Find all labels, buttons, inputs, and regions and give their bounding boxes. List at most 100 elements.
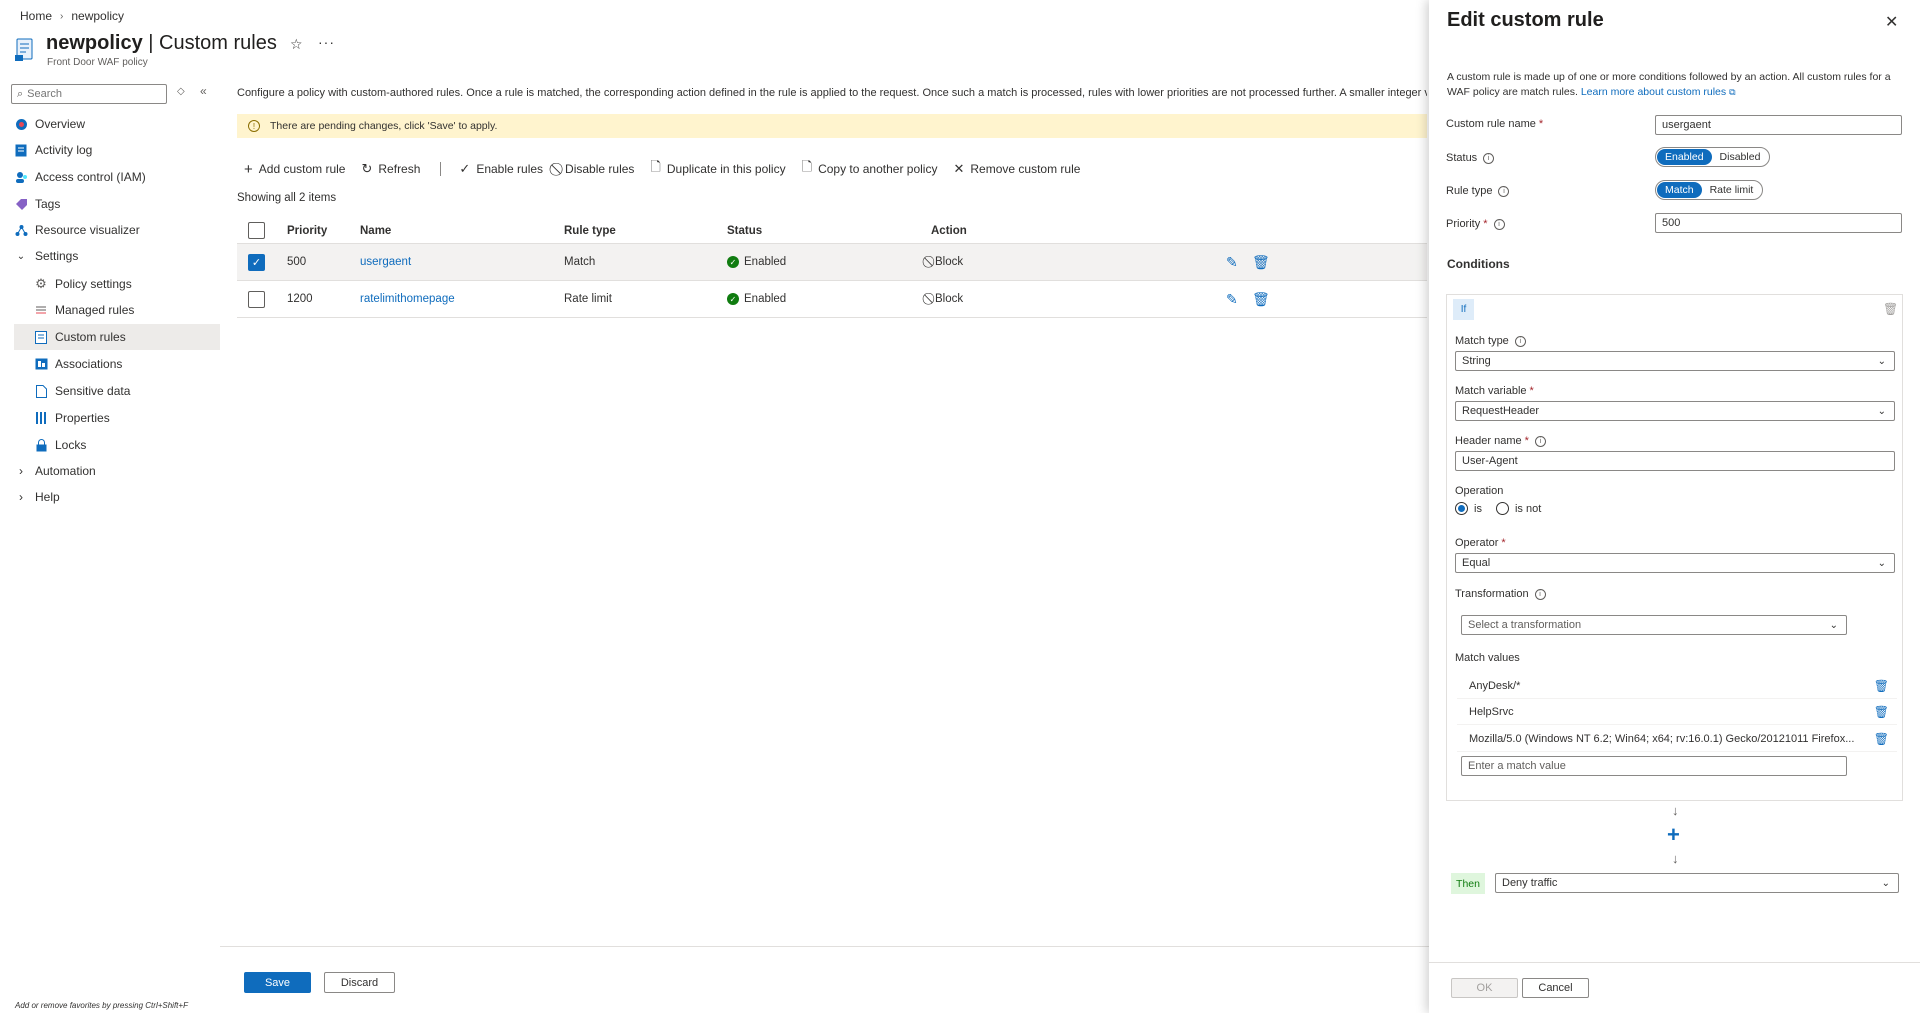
breadcrumb-current[interactable]: newpolicy bbox=[71, 9, 124, 23]
sidebar-item-overview[interactable]: Overview bbox=[14, 111, 220, 137]
rule-name-link[interactable]: usergaent bbox=[360, 256, 411, 268]
edit-pencil-icon[interactable]: ✎ bbox=[1226, 254, 1238, 271]
info-icon[interactable]: i bbox=[1534, 435, 1546, 447]
sidebar-item-activity-log[interactable]: Activity log bbox=[14, 137, 220, 163]
rule-name-link[interactable]: ratelimithomepage bbox=[360, 293, 455, 305]
add-custom-rule-button[interactable]: + Add custom rule bbox=[244, 161, 345, 178]
ok-button[interactable]: OK bbox=[1451, 978, 1518, 998]
refresh-button[interactable]: ↻ Refresh bbox=[361, 161, 420, 177]
sidebar-item-sensitive-data[interactable]: Sensitive data bbox=[34, 378, 220, 404]
discard-button[interactable]: Discard bbox=[324, 972, 395, 993]
transformation-label: Transformation i bbox=[1455, 588, 1546, 600]
info-icon[interactable]: i bbox=[1534, 588, 1546, 600]
expand-collapse-icon[interactable]: ◇ bbox=[177, 86, 185, 97]
section-name: | Custom rules bbox=[148, 32, 277, 54]
managed-rules-icon bbox=[34, 303, 48, 317]
sidebar-item-locks[interactable]: Locks bbox=[34, 432, 220, 458]
edit-pencil-icon[interactable]: ✎ bbox=[1226, 291, 1238, 308]
rule-type-rate-limit-option[interactable]: Rate limit bbox=[1702, 182, 1762, 198]
favorites-hint: Add or remove favorites by pressing Ctrl… bbox=[15, 1001, 188, 1010]
delete-condition-icon[interactable]: 🗑 bbox=[1883, 302, 1898, 316]
delete-trash-icon[interactable]: 🗑 bbox=[1874, 705, 1889, 719]
row-checkbox[interactable]: ✓ bbox=[248, 253, 265, 271]
more-options-icon[interactable]: ··· bbox=[318, 34, 335, 50]
sidebar-item-tags[interactable]: Tags bbox=[14, 191, 220, 217]
close-icon[interactable]: ✕ bbox=[1885, 12, 1898, 32]
match-variable-dropdown[interactable]: RequestHeader ⌄ bbox=[1455, 401, 1895, 421]
chevron-down-icon: ⌄ bbox=[1877, 355, 1886, 367]
custom-rule-name-input[interactable]: usergaent bbox=[1655, 115, 1902, 135]
match-type-dropdown[interactable]: String ⌄ bbox=[1455, 351, 1895, 371]
info-icon[interactable]: i bbox=[1514, 335, 1526, 347]
status-toggle[interactable]: Enabled Disabled bbox=[1655, 147, 1771, 167]
delete-trash-icon[interactable]: 🗑 bbox=[1874, 679, 1889, 693]
operation-is-radio[interactable] bbox=[1455, 502, 1468, 515]
sidebar-item-policy-settings[interactable]: ⚙ Policy settings bbox=[34, 271, 220, 297]
select-all-checkbox[interactable] bbox=[248, 222, 265, 239]
header-name-input[interactable]: User-Agent bbox=[1455, 451, 1895, 471]
info-icon[interactable]: i bbox=[1493, 218, 1505, 230]
status-enabled-option[interactable]: Enabled bbox=[1657, 149, 1712, 165]
save-button[interactable]: Save bbox=[244, 972, 311, 993]
copy-to-policy-button[interactable]: 🗋 Copy to another policy bbox=[802, 158, 938, 180]
disable-rules-button[interactable]: ⃠Disable rules bbox=[559, 161, 634, 177]
sidebar-item-resource-visualizer[interactable]: Resource visualizer bbox=[14, 217, 220, 243]
sidebar-search-input[interactable] bbox=[27, 88, 148, 100]
learn-more-link[interactable]: Learn more about custom rules bbox=[1581, 86, 1726, 98]
visualizer-icon bbox=[14, 223, 28, 237]
remove-custom-rule-button[interactable]: ✕ Remove custom rule bbox=[953, 161, 1080, 177]
transformation-dropdown[interactable]: Select a transformation ⌄ bbox=[1461, 615, 1847, 635]
add-condition-plus-icon[interactable]: + bbox=[1667, 822, 1680, 848]
row-checkbox[interactable] bbox=[248, 290, 265, 308]
column-header-rule-type[interactable]: Rule type bbox=[564, 225, 616, 237]
rule-type-toggle[interactable]: Match Rate limit bbox=[1655, 180, 1764, 200]
sidebar-search[interactable]: ⌕ bbox=[11, 84, 167, 104]
delete-trash-icon[interactable]: 🗑 bbox=[1252, 254, 1270, 271]
sidebar-item-label: Access control (IAM) bbox=[35, 170, 146, 184]
sidebar-item-label: Managed rules bbox=[55, 303, 135, 317]
arrow-down-icon: ↓ bbox=[1672, 803, 1679, 818]
sidebar-group-help[interactable]: › Help bbox=[14, 484, 220, 510]
label-text: Match type bbox=[1455, 335, 1509, 347]
sensitive-data-icon bbox=[34, 384, 48, 398]
column-header-priority[interactable]: Priority bbox=[287, 225, 327, 237]
label-text: Transformation bbox=[1455, 588, 1529, 600]
gear-icon: ⚙ bbox=[35, 276, 47, 291]
sidebar-item-iam[interactable]: Access control (IAM) bbox=[14, 164, 220, 190]
column-header-action[interactable]: Action bbox=[931, 225, 967, 237]
breadcrumb-home[interactable]: Home bbox=[20, 9, 52, 23]
sidebar-item-associations[interactable]: Associations bbox=[34, 351, 220, 377]
match-value-input[interactable]: Enter a match value bbox=[1461, 756, 1847, 776]
collapse-sidebar-icon[interactable]: « bbox=[200, 84, 207, 98]
operation-is-not-radio[interactable] bbox=[1495, 502, 1509, 515]
chevron-down-icon: ⌄ bbox=[1877, 557, 1886, 569]
cancel-button[interactable]: Cancel bbox=[1522, 978, 1589, 998]
column-header-status[interactable]: Status bbox=[727, 225, 762, 237]
enable-rules-button[interactable]: ✓ Enable rules bbox=[459, 161, 543, 177]
match-value-row: HelpSrvc 🗑 bbox=[1457, 699, 1897, 725]
info-icon[interactable]: i bbox=[1483, 152, 1495, 164]
sidebar-item-label: Custom rules bbox=[55, 330, 126, 344]
delete-trash-icon[interactable]: 🗑 bbox=[1874, 732, 1889, 746]
iam-icon bbox=[14, 170, 28, 184]
table-row[interactable]: 1200 ratelimithomepage Rate limit ✓ Enabl… bbox=[237, 281, 1427, 318]
rule-type-match-option[interactable]: Match bbox=[1657, 182, 1702, 198]
column-header-name[interactable]: Name bbox=[360, 225, 391, 237]
sidebar-item-custom-rules[interactable]: Custom rules bbox=[14, 324, 220, 350]
info-icon[interactable]: i bbox=[1498, 185, 1510, 197]
button-label: Enable rules bbox=[476, 162, 544, 176]
status-disabled-option[interactable]: Disabled bbox=[1712, 149, 1769, 165]
sidebar-item-properties[interactable]: Properties bbox=[34, 405, 220, 431]
operator-dropdown[interactable]: Equal ⌄ bbox=[1455, 553, 1895, 573]
priority-input[interactable]: 500 bbox=[1655, 213, 1902, 233]
then-action-dropdown[interactable]: Deny traffic ⌄ bbox=[1495, 873, 1899, 893]
duplicate-button[interactable]: 🗋 Duplicate in this policy bbox=[650, 158, 785, 180]
favorite-star-icon[interactable]: ☆ bbox=[290, 36, 303, 53]
delete-trash-icon[interactable]: 🗑 bbox=[1252, 291, 1270, 308]
sidebar-group-automation[interactable]: › Automation bbox=[14, 458, 220, 484]
sidebar-group-settings[interactable]: ⌄ Settings bbox=[14, 243, 220, 269]
sidebar-item-managed-rules[interactable]: Managed rules bbox=[34, 297, 220, 323]
status-label: Status i bbox=[1446, 152, 1495, 164]
button-label: Disable rules bbox=[565, 162, 635, 176]
table-row[interactable]: ✓ 500 usergaent Match ✓Enabled ⃠Block ✎ … bbox=[237, 244, 1427, 281]
